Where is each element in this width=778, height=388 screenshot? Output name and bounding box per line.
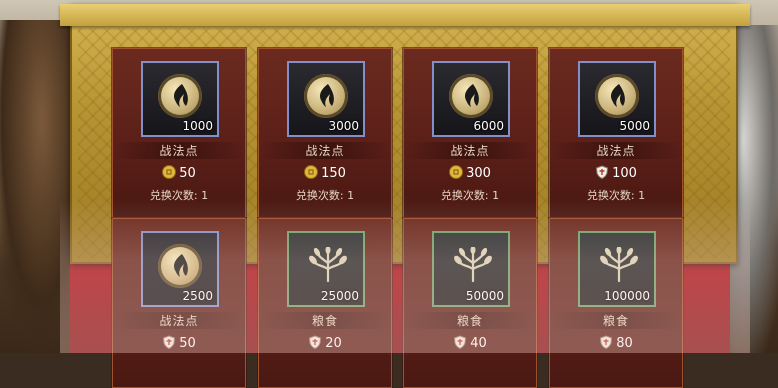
item-name: 战法点	[259, 142, 391, 159]
price-value: 50	[179, 336, 196, 351]
item-icon-frame: 1000	[141, 61, 219, 137]
item-quantity: 25000	[320, 289, 359, 303]
cabinet-top-rail	[60, 4, 750, 26]
item-price: 40	[404, 335, 536, 352]
exchange-item-card[interactable]: 25000 粮食 20	[258, 218, 392, 388]
exchange-item-card[interactable]: 1000 战法点 50 兑换次数: 1	[112, 48, 246, 218]
item-icon-frame: 25000	[287, 231, 365, 307]
item-name: 粮食	[259, 312, 391, 329]
item-quantity: 3000	[328, 119, 359, 133]
price-value: 300	[466, 166, 491, 181]
exchange-limit: 兑换次数: 1	[149, 189, 209, 202]
item-price: 50	[113, 335, 245, 352]
price-value: 150	[321, 166, 346, 181]
shield-token-icon	[308, 335, 325, 351]
item-name: 战法点	[113, 142, 245, 159]
price-value: 100	[612, 166, 637, 181]
shield-token-icon	[162, 335, 179, 351]
gold-coin-icon	[304, 165, 321, 181]
exchange-item-card[interactable]: 6000 战法点 300 兑换次数: 1	[403, 48, 537, 218]
tactic-point-icon	[304, 74, 348, 118]
item-price: 150	[259, 165, 391, 182]
exchange-item-card[interactable]: 2500 战法点 50	[112, 218, 246, 388]
item-name: 粮食	[550, 312, 682, 329]
exchange-item-card[interactable]: 5000 战法点 100 兑换次数: 1	[549, 48, 683, 218]
exchange-limit: 兑换次数: 1	[586, 189, 646, 202]
grain-icon	[307, 246, 349, 287]
shield-token-icon	[453, 335, 470, 351]
item-quantity: 6000	[473, 119, 504, 133]
item-name: 粮食	[404, 312, 536, 329]
price-value: 40	[470, 336, 487, 351]
item-quantity: 1000	[182, 119, 213, 133]
tactic-point-icon	[449, 74, 493, 118]
tactic-point-icon	[158, 244, 202, 288]
tactic-point-icon	[595, 74, 639, 118]
item-icon-frame: 3000	[287, 61, 365, 137]
item-quantity: 5000	[619, 119, 650, 133]
item-name: 战法点	[550, 142, 682, 159]
shield-token-icon	[595, 165, 612, 181]
item-quantity: 100000	[604, 289, 650, 303]
item-name: 战法点	[404, 142, 536, 159]
exchange-item-card[interactable]: 3000 战法点 150 兑换次数: 1	[258, 48, 392, 218]
grain-icon	[452, 246, 494, 287]
price-value: 20	[325, 336, 342, 351]
exchange-item-card[interactable]: 50000 粮食 40	[403, 218, 537, 388]
item-price: 20	[259, 335, 391, 352]
item-price: 100	[550, 165, 682, 182]
item-icon-frame: 2500	[141, 231, 219, 307]
item-quantity: 50000	[465, 289, 504, 303]
grain-icon	[598, 246, 640, 287]
exchange-limit: 兑换次数: 1	[295, 189, 355, 202]
item-price: 300	[404, 165, 536, 182]
item-icon-frame: 50000	[432, 231, 510, 307]
item-icon-frame: 6000	[432, 61, 510, 137]
gold-coin-icon	[449, 165, 466, 181]
price-value: 50	[179, 166, 196, 181]
shield-token-icon	[599, 335, 616, 351]
item-quantity: 2500	[182, 289, 213, 303]
item-price: 50	[113, 165, 245, 182]
item-icon-frame: 100000	[578, 231, 656, 307]
item-price: 80	[550, 335, 682, 352]
tactic-point-icon	[158, 74, 202, 118]
exchange-limit: 兑换次数: 1	[440, 189, 500, 202]
item-name: 战法点	[113, 312, 245, 329]
item-icon-frame: 5000	[578, 61, 656, 137]
price-value: 80	[616, 336, 633, 351]
gold-coin-icon	[162, 165, 179, 181]
exchange-item-card[interactable]: 100000 粮食 80	[549, 218, 683, 388]
